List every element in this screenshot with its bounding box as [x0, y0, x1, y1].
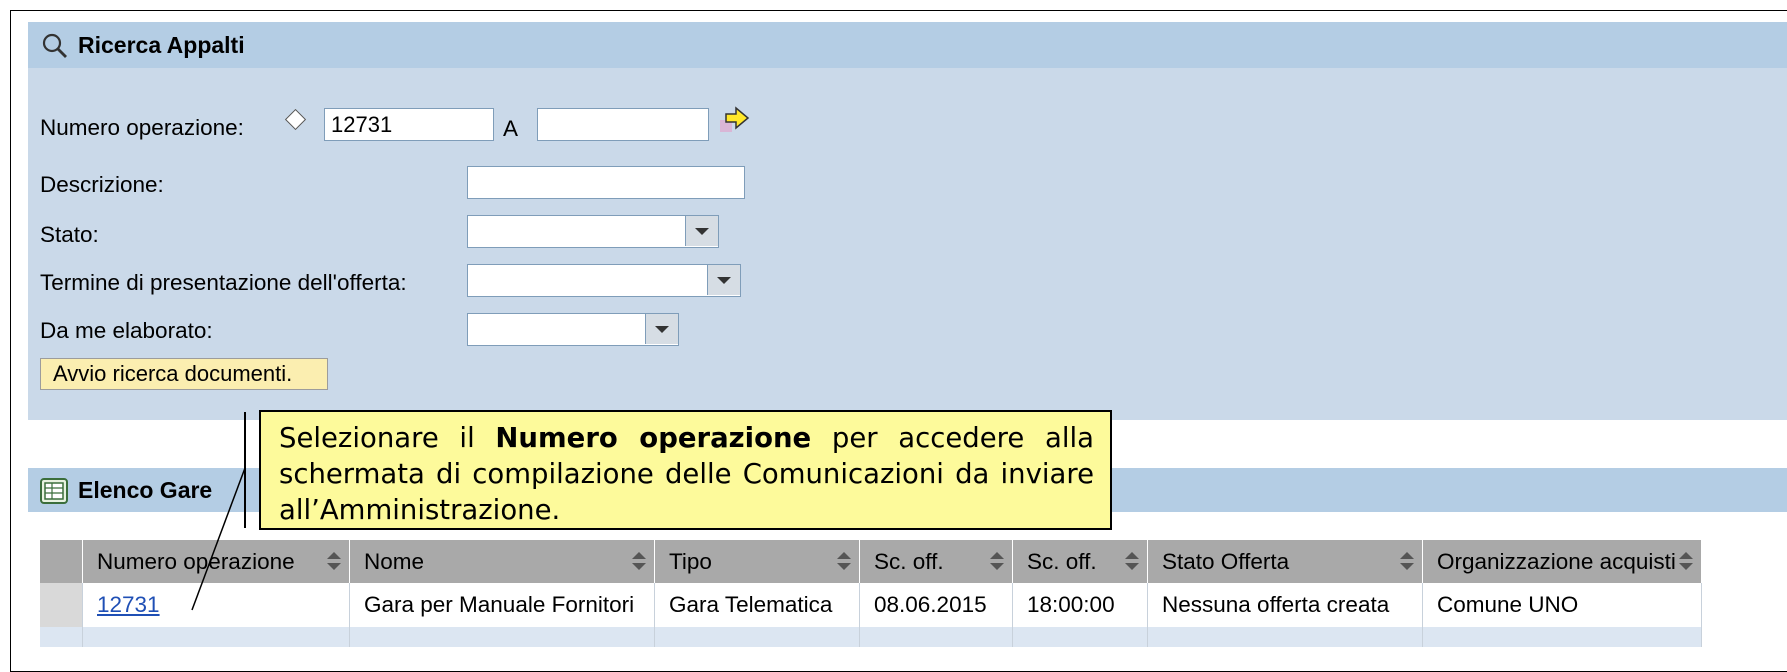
sort-icon[interactable] — [327, 552, 341, 572]
search-documents-button[interactable]: Avvio ricerca documenti. — [40, 358, 328, 390]
numero-to-input[interactable] — [537, 108, 709, 141]
descrizione-label: Descrizione: — [40, 172, 164, 197]
empty-cell — [82, 627, 350, 647]
select-all-column[interactable] — [40, 540, 83, 583]
column-organizzazione-acquisti[interactable]: Organizzazione acquisti — [1422, 540, 1702, 583]
column-label: Tipo — [669, 548, 712, 574]
column-sc-off-date[interactable]: Sc. off. — [859, 540, 1013, 583]
cell-tipo: Gara Telematica — [654, 583, 860, 627]
table-icon — [40, 478, 68, 504]
empty-cell — [1422, 627, 1702, 647]
descrizione-input[interactable] — [467, 166, 745, 199]
search-panel-title: Ricerca Appalti — [78, 32, 245, 58]
column-stato-offerta[interactable]: Stato Offerta — [1147, 540, 1423, 583]
cell-organizzazione-acquisti: Comune UNO — [1422, 583, 1702, 627]
termine-label: Termine di presentazione dell'offerta: — [40, 270, 407, 295]
column-label: Stato Offerta — [1162, 548, 1290, 574]
cell-sc-off-date: 08.06.2015 — [859, 583, 1013, 627]
row-selector — [40, 627, 83, 647]
numero-operazione-link[interactable]: 12731 — [97, 592, 160, 617]
sort-icon[interactable] — [1679, 552, 1693, 572]
table-row — [40, 627, 1702, 647]
empty-cell — [1147, 627, 1423, 647]
table-row[interactable]: 12731 Gara per Manuale Fornitori Gara Te… — [40, 583, 1702, 627]
column-numero-operazione[interactable]: Numero operazione — [82, 540, 350, 583]
table-header-row: Numero operazione Nome Tipo Sc. off. Sc.… — [40, 540, 1702, 583]
stato-label: Stato: — [40, 222, 99, 247]
empty-cell — [349, 627, 655, 647]
row-selector[interactable] — [40, 583, 83, 627]
arrow-right-icon[interactable] — [720, 104, 754, 138]
range-separator: A — [503, 116, 519, 141]
column-label: Nome — [364, 548, 425, 574]
callout-text-bold: Numero operazione — [495, 422, 812, 454]
elaborato-select[interactable] — [467, 313, 679, 346]
empty-cell — [1012, 627, 1148, 647]
column-tipo[interactable]: Tipo — [654, 540, 860, 583]
column-label: Sc. off. — [1027, 548, 1097, 574]
elaborato-label: Da me elaborato: — [40, 318, 213, 343]
empty-cell — [654, 627, 860, 647]
column-label: Numero operazione — [97, 548, 295, 574]
dropdown-arrow-icon[interactable] — [685, 216, 718, 246]
dropdown-arrow-icon[interactable] — [645, 314, 678, 344]
cell-stato-offerta: Nessuna offerta creata — [1147, 583, 1423, 627]
sort-icon[interactable] — [632, 552, 646, 572]
column-nome[interactable]: Nome — [349, 540, 655, 583]
search-panel-header: Ricerca Appalti — [28, 22, 1787, 68]
sort-icon[interactable] — [1400, 552, 1414, 572]
cell-nome: Gara per Manuale Fornitori — [349, 583, 655, 627]
search-icon — [42, 33, 67, 58]
numero-from-input[interactable]: 12731 — [324, 108, 494, 141]
column-sc-off-time[interactable]: Sc. off. — [1012, 540, 1148, 583]
sort-icon[interactable] — [837, 552, 851, 572]
cell-sc-off-time: 18:00:00 — [1012, 583, 1148, 627]
results-table: Numero operazione Nome Tipo Sc. off. Sc.… — [40, 540, 1702, 647]
callout-text-before: Selezionare il — [279, 422, 475, 454]
list-panel-title: Elenco Gare — [78, 477, 213, 503]
empty-cell — [859, 627, 1013, 647]
termine-select[interactable] — [467, 264, 741, 297]
numero-operazione-label: Numero operazione: — [40, 115, 244, 140]
instruction-callout: Selezionare il Numero operazione per acc… — [259, 410, 1112, 530]
dropdown-arrow-icon[interactable] — [707, 265, 740, 295]
sort-icon[interactable] — [1125, 552, 1139, 572]
column-label: Sc. off. — [874, 548, 944, 574]
stato-select[interactable] — [467, 215, 719, 248]
sort-icon[interactable] — [990, 552, 1004, 572]
cell-numero-operazione[interactable]: 12731 — [82, 583, 350, 627]
column-label: Organizzazione acquisti — [1437, 548, 1676, 574]
